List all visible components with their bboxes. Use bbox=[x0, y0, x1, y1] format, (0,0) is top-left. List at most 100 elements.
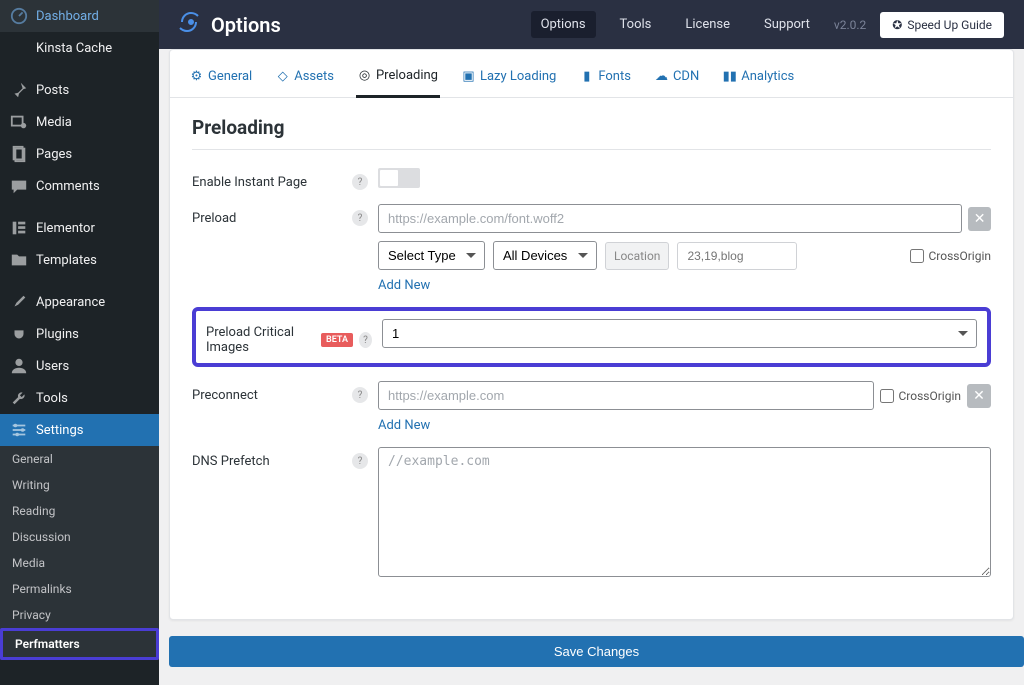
sidebar-item-users[interactable]: Users bbox=[0, 350, 159, 382]
sidebar-label: Appearance bbox=[36, 295, 105, 310]
sidebar-item-comments[interactable]: Comments bbox=[0, 170, 159, 202]
sidebar-item-elementor[interactable]: Elementor bbox=[0, 212, 159, 244]
help-icon[interactable]: ? bbox=[352, 387, 368, 403]
topnav-license[interactable]: License bbox=[675, 11, 740, 38]
sidebar-label: Comments bbox=[36, 179, 100, 194]
preload-type-select[interactable]: Select Type bbox=[378, 241, 485, 270]
remove-icon[interactable]: ✕ bbox=[968, 207, 991, 231]
label-preconnect: Preconnect bbox=[192, 388, 258, 403]
save-changes-button[interactable]: Save Changes bbox=[169, 636, 1024, 667]
submenu-media[interactable]: Media bbox=[0, 550, 159, 576]
row-preconnect: Preconnect ? CrossOrigin ✕ Add New bbox=[192, 381, 991, 433]
sidebar-item-tools[interactable]: Tools bbox=[0, 382, 159, 414]
label-preload: Preload bbox=[192, 211, 236, 226]
submenu-perfmatters[interactable]: Perfmatters bbox=[0, 628, 159, 660]
sliders-icon bbox=[10, 421, 28, 439]
brush-icon bbox=[10, 293, 28, 311]
topnav-options[interactable]: Options bbox=[531, 11, 596, 38]
tab-fonts[interactable]: ▮Fonts bbox=[578, 62, 633, 97]
label-dns-prefetch: DNS Prefetch bbox=[192, 454, 270, 469]
label-enable-instant: Enable Instant Page bbox=[192, 175, 307, 190]
dashboard-icon bbox=[10, 7, 28, 25]
target-icon: ◎ bbox=[358, 69, 371, 82]
pages-icon bbox=[10, 145, 28, 163]
sidebar-label: Pages bbox=[36, 147, 72, 162]
submenu-privacy[interactable]: Privacy bbox=[0, 602, 159, 628]
dns-prefetch-textarea[interactable] bbox=[378, 447, 991, 577]
location-input[interactable] bbox=[677, 242, 797, 270]
plug-icon bbox=[10, 325, 28, 343]
sidebar-label: Plugins bbox=[36, 327, 79, 342]
sidebar-label: Users bbox=[36, 359, 69, 374]
preload-device-select[interactable]: All Devices bbox=[493, 241, 597, 270]
submenu-discussion[interactable]: Discussion bbox=[0, 524, 159, 550]
topbar: Options Options Tools License Support v2… bbox=[159, 0, 1024, 49]
location-label: Location bbox=[605, 242, 669, 270]
user-icon bbox=[10, 357, 28, 375]
perfmatters-logo-icon bbox=[179, 10, 203, 39]
help-icon[interactable]: ? bbox=[352, 174, 368, 190]
tab-lazy-loading[interactable]: ▣Lazy Loading bbox=[460, 62, 558, 97]
sidebar-label: Posts bbox=[36, 83, 69, 98]
sidebar-item-posts[interactable]: Posts bbox=[0, 74, 159, 106]
sidebar-label: Kinsta Cache bbox=[36, 41, 112, 56]
divider bbox=[192, 149, 991, 150]
topnav-support[interactable]: Support bbox=[754, 11, 820, 38]
preload-url-input[interactable] bbox=[378, 204, 962, 233]
toggle-instant-page[interactable] bbox=[378, 168, 420, 188]
wrench-icon bbox=[10, 389, 28, 407]
comment-icon bbox=[10, 177, 28, 195]
cloud-icon: ☁ bbox=[655, 70, 668, 83]
sidebar-item-plugins[interactable]: Plugins bbox=[0, 318, 159, 350]
sidebar-item-appearance[interactable]: Appearance bbox=[0, 286, 159, 318]
sidebar-label: Dashboard bbox=[36, 9, 99, 24]
crossorigin-check[interactable]: CrossOrigin bbox=[910, 249, 991, 263]
help-icon[interactable]: ? bbox=[352, 453, 368, 469]
row-dns-prefetch: DNS Prefetch ? bbox=[192, 447, 991, 581]
sidebar-item-dashboard[interactable]: Dashboard bbox=[0, 0, 159, 32]
tab-preloading[interactable]: ◎Preloading bbox=[356, 62, 440, 98]
sidebar-item-templates[interactable]: Templates bbox=[0, 244, 159, 276]
tab-assets[interactable]: ◇Assets bbox=[274, 62, 336, 97]
submenu-permalinks[interactable]: Permalinks bbox=[0, 576, 159, 602]
submenu-general[interactable]: General bbox=[0, 446, 159, 472]
sidebar-label: Elementor bbox=[36, 221, 95, 236]
image-icon: ▣ bbox=[462, 70, 475, 83]
sidebar-label: Media bbox=[36, 115, 72, 130]
tab-analytics[interactable]: ▮▮Analytics bbox=[721, 62, 796, 97]
sidebar-item-pages[interactable]: Pages bbox=[0, 138, 159, 170]
add-new-preconnect[interactable]: Add New bbox=[378, 418, 430, 433]
sidebar-label: Tools bbox=[36, 391, 68, 406]
beta-badge: BETA bbox=[321, 333, 353, 347]
page-title: Options bbox=[211, 13, 281, 37]
kinsta-icon bbox=[10, 39, 28, 57]
sidebar-item-settings[interactable]: Settings bbox=[0, 414, 159, 446]
code-icon: ◇ bbox=[276, 70, 289, 83]
add-new-preload[interactable]: Add New bbox=[378, 278, 430, 293]
form-body: Preloading Enable Instant Page ? Preload bbox=[170, 98, 1013, 619]
media-icon bbox=[10, 113, 28, 131]
font-icon: ▮ bbox=[580, 70, 593, 83]
preload-critical-select[interactable]: 1 bbox=[382, 319, 977, 348]
help-icon[interactable]: ? bbox=[352, 210, 368, 226]
submenu-writing[interactable]: Writing bbox=[0, 472, 159, 498]
section-heading: Preloading bbox=[192, 116, 991, 139]
submenu-reading[interactable]: Reading bbox=[0, 498, 159, 524]
tab-cdn[interactable]: ☁CDN bbox=[653, 62, 701, 97]
row-enable-instant: Enable Instant Page ? bbox=[192, 168, 991, 190]
tabs: ⚙General ◇Assets ◎Preloading ▣Lazy Loadi… bbox=[170, 50, 1013, 98]
speed-up-guide-button[interactable]: ✪ Speed Up Guide bbox=[880, 12, 1004, 38]
version-text: v2.0.2 bbox=[834, 18, 866, 32]
topnav-tools[interactable]: Tools bbox=[610, 11, 662, 38]
sidebar-label: Templates bbox=[36, 253, 97, 268]
sidebar-item-kinsta[interactable]: Kinsta Cache bbox=[0, 32, 159, 64]
preconnect-crossorigin-check[interactable]: CrossOrigin bbox=[880, 389, 961, 403]
settings-card: ⚙General ◇Assets ◎Preloading ▣Lazy Loadi… bbox=[169, 49, 1014, 620]
remove-icon[interactable]: ✕ bbox=[967, 384, 991, 408]
tab-general[interactable]: ⚙General bbox=[188, 62, 254, 97]
help-icon[interactable]: ? bbox=[359, 332, 372, 348]
settings-submenu: General Writing Reading Discussion Media… bbox=[0, 446, 159, 660]
sidebar-item-media[interactable]: Media bbox=[0, 106, 159, 138]
preconnect-url-input[interactable] bbox=[378, 381, 874, 410]
admin-sidebar: Dashboard Kinsta Cache Posts Media Pages… bbox=[0, 0, 159, 685]
